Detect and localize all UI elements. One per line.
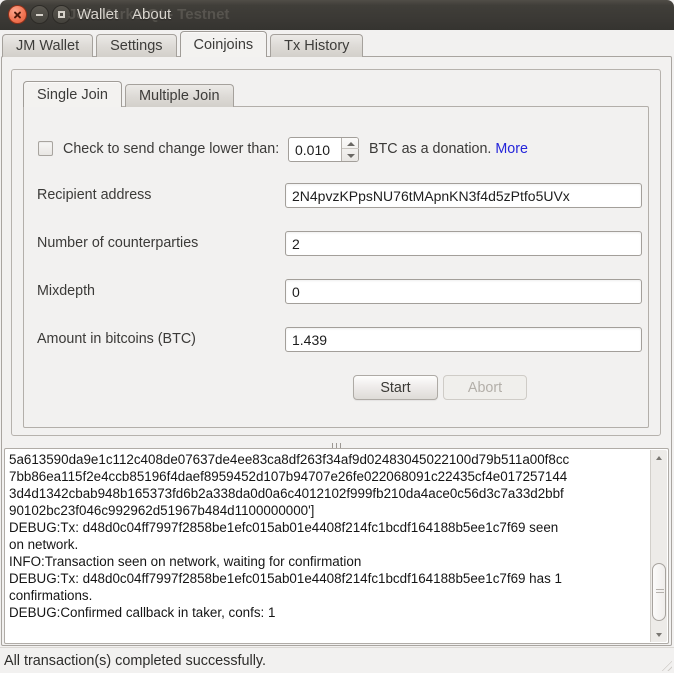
menu-about[interactable]: About: [132, 6, 171, 23]
coinjoins-pane: Single Join Multiple Join Check to send …: [1, 56, 672, 646]
counterparties-label: Number of counterparties: [37, 235, 198, 251]
log-line: on network.: [9, 536, 646, 553]
main-tabbar: JM Wallet Settings Coinjoins Tx History: [2, 31, 674, 57]
counterparties-input[interactable]: [285, 231, 642, 256]
amount-row: Amount in bitcoins (BTC): [24, 327, 648, 352]
donation-more-link[interactable]: More: [495, 141, 528, 157]
spinner-buttons: [341, 138, 358, 161]
log-content: 5a613590da9e1c112c408de07637de4ee83ca8df…: [9, 451, 646, 621]
recipient-address-label: Recipient address: [37, 187, 151, 203]
titlebar: JoinMarketQt - Testnet Wallet About: [0, 0, 674, 30]
log-line: DEBUG:Tx: d48d0c04ff7997f2858be1efc015ab…: [9, 519, 646, 536]
spin-up-icon[interactable]: [342, 138, 359, 149]
tab-tx-history[interactable]: Tx History: [270, 34, 363, 57]
single-join-pane: Check to send change lower than: BTC as …: [23, 106, 649, 428]
donation-suffix: BTC as a donation. More: [369, 141, 528, 157]
join-groupbox: Single Join Multiple Join Check to send …: [11, 69, 661, 436]
minimize-icon[interactable]: [30, 5, 49, 24]
tab-coinjoins[interactable]: Coinjoins: [180, 31, 268, 57]
tab-multiple-join[interactable]: Multiple Join: [125, 84, 234, 107]
scrollbar-thumb[interactable]: [652, 563, 666, 621]
donation-checkbox[interactable]: [38, 141, 53, 156]
mixdepth-row: Mixdepth: [24, 279, 648, 304]
mixdepth-input[interactable]: [285, 279, 642, 304]
log-line: INFO:Transaction seen on network, waitin…: [9, 553, 646, 570]
scrollbar-down-icon[interactable]: [651, 627, 667, 642]
size-grip[interactable]: [659, 658, 672, 671]
scrollbar-up-icon[interactable]: [651, 450, 667, 465]
log-line: confirmations.: [9, 587, 646, 604]
log-textarea[interactable]: 5a613590da9e1c112c408de07637de4ee83ca8df…: [4, 448, 669, 644]
recipient-address-input[interactable]: [285, 183, 642, 208]
recipient-address-row: Recipient address: [24, 183, 648, 208]
app-window: JoinMarketQt - Testnet Wallet About JM W…: [0, 0, 674, 673]
amount-label: Amount in bitcoins (BTC): [37, 331, 196, 347]
spin-down-icon[interactable]: [342, 150, 359, 161]
abort-button: Abort: [443, 375, 527, 400]
tab-single-join[interactable]: Single Join: [23, 81, 122, 107]
log-scrollbar[interactable]: [650, 450, 667, 642]
start-button[interactable]: Start: [353, 375, 438, 400]
donation-checkbox-label: Check to send change lower than:: [63, 141, 279, 157]
tab-settings[interactable]: Settings: [96, 34, 176, 57]
statusbar: All transaction(s) completed successfull…: [0, 647, 674, 673]
donation-amount-input[interactable]: [289, 138, 341, 161]
log-line: 7bb86ea115f2e4ccb85196f4daef8959452d107b…: [9, 468, 646, 485]
donation-row: Check to send change lower than: BTC as …: [24, 137, 648, 162]
donation-suffix-text: BTC as a donation.: [369, 141, 491, 157]
log-line: 90102bc23f046c992962d51967b484d110000000…: [9, 502, 646, 519]
log-line: DEBUG:Tx: d48d0c04ff7997f2858be1efc015ab…: [9, 570, 646, 587]
amount-input[interactable]: [285, 327, 642, 352]
log-line: 3d4d1342cbab948b165373fd6b2a338da0d0a6c4…: [9, 485, 646, 502]
tab-jm-wallet[interactable]: JM Wallet: [2, 34, 93, 57]
log-line: 5a613590da9e1c112c408de07637de4ee83ca8df…: [9, 451, 646, 468]
action-buttons-row: Start Abort: [24, 375, 648, 400]
menu-wallet[interactable]: Wallet: [77, 6, 118, 23]
mixdepth-label: Mixdepth: [37, 283, 95, 299]
donation-amount-spinbox: [288, 137, 359, 162]
status-message: All transaction(s) completed successfull…: [4, 653, 266, 669]
log-line: DEBUG:Confirmed callback in taker, confs…: [9, 604, 646, 621]
close-icon[interactable]: [8, 5, 27, 24]
counterparties-row: Number of counterparties: [24, 231, 648, 256]
sub-tabbar: Single Join Multiple Join: [23, 80, 237, 107]
